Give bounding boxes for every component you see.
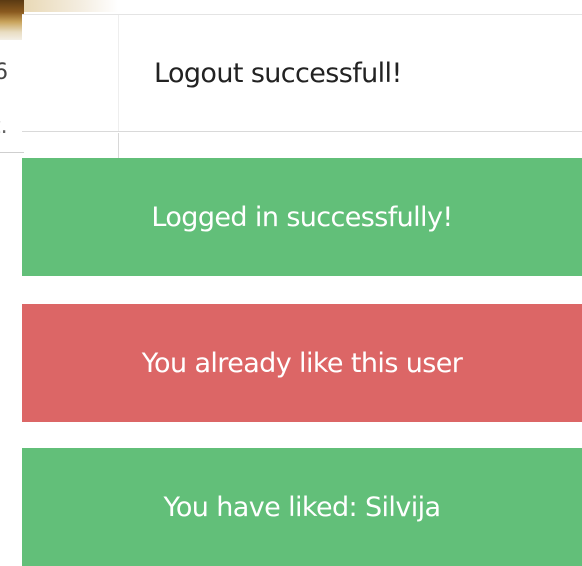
background-divider [118, 133, 119, 158]
toast-logout-notification[interactable]: Logout successfull! [22, 14, 582, 132]
toast-message: You have liked: Silvija [163, 491, 442, 523]
toast-liked-success[interactable]: You have liked: Silvija [22, 448, 582, 566]
toast-login-success[interactable]: Logged in successfully! [22, 158, 582, 276]
background-user-photo [0, 0, 118, 40]
toast-message: Logged in successfully! [151, 201, 453, 233]
background-divider [0, 152, 24, 153]
background-text-fragment: t. [0, 114, 8, 139]
toast-message: Logout successfull! [154, 57, 402, 89]
toast-message: You already like this user [141, 347, 463, 379]
toast-already-liked-error[interactable]: You already like this user [22, 304, 582, 422]
background-text-fragment: 6 [0, 60, 8, 85]
toast-icon-area [22, 15, 119, 131]
